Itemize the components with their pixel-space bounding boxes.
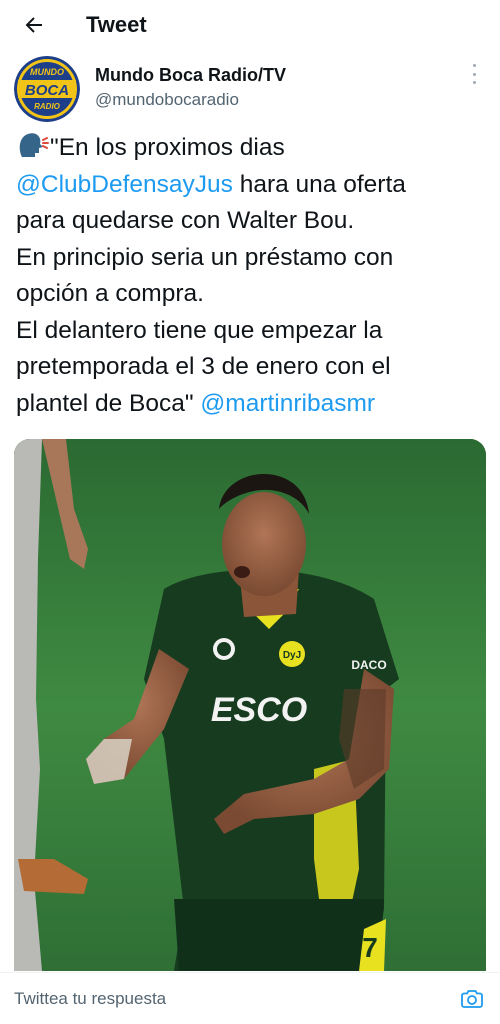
mention-link[interactable]: @ClubDefensayJus	[16, 171, 233, 198]
shirt-sponsor-text: ESCO	[211, 691, 307, 729]
speaking-head-icon	[19, 133, 49, 157]
club-crest-text: DyJ	[283, 650, 301, 661]
tweet-text-segment: hara una oferta	[232, 170, 406, 198]
avatar-logo-text-bottom: RADIO	[34, 102, 61, 111]
author-display-name[interactable]: Mundo Boca Radio/TV	[95, 64, 286, 86]
tweet-text-segment: para quedarse con Walter Bou.	[16, 207, 355, 234]
mention-link[interactable]: @martinribasmr	[200, 390, 375, 417]
tweet-text-line: El delantero tiene que empezar la	[16, 313, 490, 350]
avatar-logo-text-top: MUNDO	[30, 67, 64, 77]
avatar[interactable]: MUNDO BOCA RADIO	[14, 56, 80, 122]
camera-icon	[461, 989, 483, 1008]
tweet-text-segment: opción a compra.	[16, 280, 204, 307]
kit-number-text: 7	[362, 932, 378, 963]
tweet-text-segment: En principio seria un préstamo con	[16, 243, 394, 271]
avatar-logo-text-middle: BOCA	[25, 82, 69, 99]
shirt-brand-text: DACO	[351, 658, 386, 672]
reply-bar: Twittea tu respuesta	[0, 972, 500, 1024]
reply-input[interactable]: Twittea tu respuesta	[14, 989, 452, 1009]
arrow-left-icon	[25, 17, 42, 33]
author-handle[interactable]: @mundobocaradio	[95, 88, 286, 112]
player-photo: ESCO DACO DyJ 7	[14, 439, 486, 971]
tweet-text-segment: plantel de Boca"	[16, 389, 201, 417]
more-options-button[interactable]	[466, 64, 482, 84]
page-title: Tweet	[86, 12, 147, 37]
tweet-text-segment: El delantero tiene que empezar la	[16, 316, 383, 344]
tweet-text-line: @ClubDefensayJus hara una oferta	[16, 167, 490, 204]
author-names: Mundo Boca Radio/TV @mundobocaradio	[95, 64, 286, 122]
tweet-text-line: "En los proximos dias	[16, 130, 490, 167]
tweet-text-line: para quedarse con Walter Bou.	[16, 203, 490, 240]
camera-button[interactable]	[452, 979, 492, 1019]
tweet-text-segment: "En los proximos dias	[50, 134, 285, 161]
tweet-text-line: plantel de Boca" @martinribasmr	[16, 386, 490, 423]
tweet-photo[interactable]: ESCO DACO DyJ 7	[14, 439, 486, 971]
tweet-text-line: pretemporada el 3 de enero con el	[16, 349, 490, 386]
top-bar: Tweet	[0, 0, 500, 50]
tweet-text-line: opción a compra.	[16, 276, 490, 313]
tweet-author: MUNDO BOCA RADIO Mundo Boca Radio/TV @mu…	[14, 56, 486, 122]
back-button[interactable]	[14, 5, 54, 45]
tweet-text: "En los proximos dias @ClubDefensayJus ha…	[16, 130, 490, 422]
tweet-text-line: En principio seria un préstamo con	[16, 240, 490, 277]
tweet-text-segment: pretemporada el 3 de enero con el	[16, 353, 391, 380]
